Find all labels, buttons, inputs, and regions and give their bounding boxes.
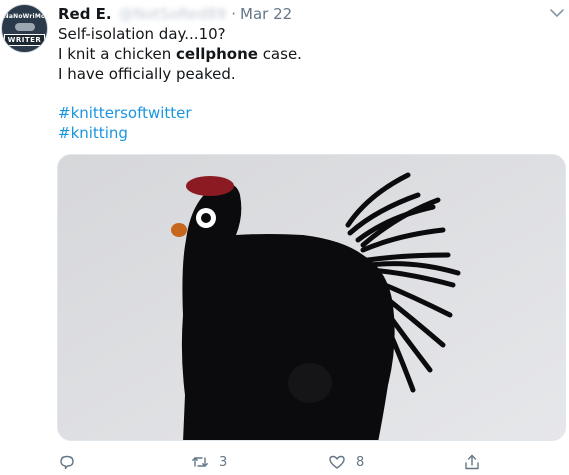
tweet-line-2-start: I knit a chicken xyxy=(58,44,176,63)
avatar-badge xyxy=(14,23,35,31)
chevron-down-icon[interactable] xyxy=(549,6,565,20)
reply-icon xyxy=(60,455,74,470)
avatar-text-top: NaNoWriMo xyxy=(3,13,46,20)
avatar[interactable]: NaNoWriMo WRITER xyxy=(1,4,48,53)
separator-dot: · xyxy=(231,5,236,23)
tweet-text: Self-isolation day...10? I knit a chicke… xyxy=(58,25,558,144)
tweet-line-2: I knit a chicken cellphone case. xyxy=(58,45,558,65)
author-name[interactable]: Red E. xyxy=(58,5,112,23)
retweet-icon xyxy=(192,457,208,467)
share-icon xyxy=(465,454,479,470)
author-handle[interactable]: @NotSoRed89 xyxy=(119,5,227,23)
like-button[interactable]: 8 xyxy=(328,451,364,473)
like-count: 8 xyxy=(356,454,365,470)
tweet[interactable]: NaNoWriMo WRITER Red E. @NotSoRed89 · Ma… xyxy=(0,0,569,475)
avatar-text-bottom: WRITER xyxy=(3,34,46,46)
tweet-media-photo[interactable] xyxy=(57,154,566,441)
hashtag-link[interactable]: #knittersoftwitter xyxy=(58,104,558,124)
tweet-date[interactable]: Mar 22 xyxy=(240,5,292,23)
tweet-bold-word: cellphone xyxy=(176,44,258,63)
tweet-actions: 3 8 xyxy=(58,451,558,473)
retweet-count: 3 xyxy=(219,454,228,470)
tweet-line-3: I have officially peaked. xyxy=(58,64,236,83)
knitted-chicken-photo xyxy=(58,155,565,440)
share-button[interactable] xyxy=(463,451,481,473)
reply-button[interactable] xyxy=(58,451,86,473)
tweet-line-2-end: case. xyxy=(257,44,302,63)
hashtag-link[interactable]: #knitting xyxy=(58,124,558,144)
tweet-line-1: Self-isolation day...10? xyxy=(58,25,226,43)
heart-icon xyxy=(329,455,345,469)
tweet-header: Red E. @NotSoRed89 · Mar 22 xyxy=(58,5,292,25)
retweet-button[interactable]: 3 xyxy=(191,451,227,473)
